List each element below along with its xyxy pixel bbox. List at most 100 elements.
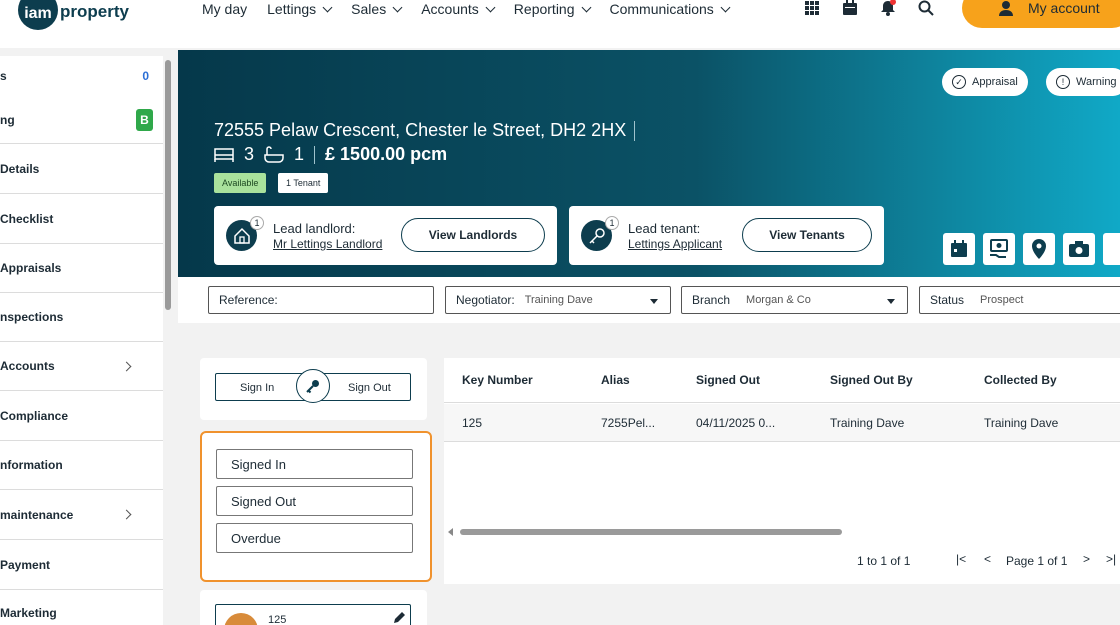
key-card-frame: 125 xyxy=(215,604,411,625)
sidebar-item-label: Payment xyxy=(0,557,51,572)
sidebar-item-inspections[interactable]: nspections xyxy=(0,293,163,342)
nav-lettings[interactable]: Lettings xyxy=(267,1,333,17)
money-hand-icon xyxy=(990,239,1008,258)
key-card[interactable]: 125 xyxy=(200,590,427,625)
more-action-button[interactable] xyxy=(1103,233,1120,265)
property-facts: 3 1 £ 1500.00 pcm xyxy=(214,144,447,165)
status-select[interactable]: Status Prospect xyxy=(919,286,1120,314)
column-collected-by[interactable]: Collected By xyxy=(984,373,1057,387)
sign-out-button[interactable]: Sign Out xyxy=(348,382,391,394)
sidebar-item-count[interactable]: s0 xyxy=(0,56,163,96)
camera-icon xyxy=(1069,241,1089,257)
branch-select[interactable]: Branch Morgan & Co xyxy=(681,286,908,314)
cell-signed-out: 04/11/2025 0... xyxy=(696,416,776,430)
nav-sales[interactable]: Sales xyxy=(351,1,403,17)
nav-my-day[interactable]: My day xyxy=(202,1,247,17)
apps-grid-icon[interactable] xyxy=(804,0,820,16)
chevron-right-icon xyxy=(121,509,132,520)
payment-action-button[interactable] xyxy=(983,233,1015,265)
bathroom-count: 1 xyxy=(294,144,305,164)
sidebar-item-details[interactable]: Details xyxy=(0,144,163,194)
chevron-down-icon xyxy=(392,2,403,12)
search-icon[interactable] xyxy=(918,0,934,16)
bell-icon[interactable] xyxy=(880,0,896,16)
my-account-button[interactable]: My account xyxy=(962,0,1120,28)
sidebar-item-payment[interactable]: Payment xyxy=(0,540,163,590)
caret-down-icon xyxy=(650,299,658,304)
column-signed-out[interactable]: Signed Out xyxy=(696,373,760,387)
nav-label: My day xyxy=(202,1,248,17)
nav-label: Accounts xyxy=(421,1,479,17)
negotiator-select[interactable]: Negotiator: Training Dave xyxy=(445,286,671,314)
sidebar-item-label: nspections xyxy=(0,310,64,324)
sidebar-item-accounts[interactable]: Accounts xyxy=(0,342,163,391)
tenant-name-link[interactable]: Lettings Applicant xyxy=(628,237,732,251)
branch-label: Branch xyxy=(692,293,731,307)
view-tenants-button[interactable]: View Tenants xyxy=(742,218,872,252)
nav-communications[interactable]: Communications xyxy=(610,1,731,17)
nav-reporting[interactable]: Reporting xyxy=(514,1,591,17)
logo[interactable]: iam property xyxy=(18,0,129,30)
key-status-filter-panel: Signed In Signed Out Overdue xyxy=(200,431,432,582)
check-circle-icon: ✓ xyxy=(952,75,966,89)
landlord-title: Lead landlord: xyxy=(273,221,356,236)
column-key-number[interactable]: Key Number xyxy=(462,373,533,387)
sidebar-item-information[interactable]: nformation xyxy=(0,441,163,490)
cell-signed-out-by: Training Dave xyxy=(830,416,905,430)
rating-badge: B xyxy=(136,108,153,131)
warning-pill[interactable]: ! Warning xyxy=(1046,68,1120,96)
sidebar-item-compliance[interactable]: Compliance xyxy=(0,391,163,441)
sidebar-item-label: Compliance xyxy=(0,408,69,423)
landlord-count-badge: 1 xyxy=(250,216,264,230)
sidebar-scrollbar[interactable] xyxy=(165,60,171,310)
location-pin-icon xyxy=(1032,239,1046,259)
sidebar-item-marketing[interactable]: Marketing xyxy=(0,590,163,625)
caret-down-icon xyxy=(887,299,895,304)
last-page-icon[interactable]: >| xyxy=(1106,552,1116,566)
property-header: ✓ Appraisal ! Warning 72555 Pelaw Crescent… xyxy=(178,50,1120,277)
signed-in-filter[interactable]: Signed In xyxy=(216,449,413,479)
previous-page-icon[interactable]: < xyxy=(984,552,991,566)
sidebar-item-label: Marketing xyxy=(0,605,57,620)
sidebar-item-checklist[interactable]: Checklist xyxy=(0,194,163,244)
sign-in-button[interactable]: Sign In xyxy=(240,382,274,394)
cell-key-number: 125 xyxy=(462,416,483,430)
view-landlords-button[interactable]: View Landlords xyxy=(401,218,545,252)
calendar-action-button[interactable] xyxy=(943,233,975,265)
landlord-name-link[interactable]: Mr Lettings Landlord xyxy=(273,237,389,251)
sidebar-item-rating[interactable]: ng B xyxy=(0,96,163,144)
divider xyxy=(634,121,636,142)
location-action-button[interactable] xyxy=(1023,233,1055,265)
sign-in-out-panel: Sign In Sign Out xyxy=(200,358,427,420)
next-page-icon[interactable]: > xyxy=(1083,552,1090,566)
main-menu: My day Lettings Sales Accounts Reporting… xyxy=(202,1,749,17)
address-text: 72555 Pelaw Crescent, Chester le Street,… xyxy=(214,120,627,140)
nav-label: Lettings xyxy=(267,1,317,17)
nav-accounts[interactable]: Accounts xyxy=(421,1,496,17)
camera-action-button[interactable] xyxy=(1063,233,1095,265)
overdue-filter[interactable]: Overdue xyxy=(216,523,413,553)
calendar-icon[interactable] xyxy=(842,0,858,16)
reference-input[interactable]: Reference: xyxy=(208,286,434,314)
column-signed-out-by[interactable]: Signed Out By xyxy=(830,373,913,387)
sidebar-item-maintenance[interactable]: maintenance xyxy=(0,490,163,540)
divider xyxy=(314,145,316,164)
scroll-left-icon[interactable] xyxy=(448,528,453,536)
sidebar-item-label: Appraisals xyxy=(0,261,62,275)
chevron-down-icon xyxy=(720,2,731,12)
signed-out-filter[interactable]: Signed Out xyxy=(216,486,413,516)
first-page-icon[interactable]: |< xyxy=(956,552,966,566)
sidebar-item-label: s xyxy=(0,69,7,83)
reference-label: Reference: xyxy=(219,293,278,307)
scroll-thumb[interactable] xyxy=(460,529,842,535)
tenant-count-badge: 1 Tenant xyxy=(278,173,329,193)
sidebar-item-appraisals[interactable]: Appraisals xyxy=(0,244,163,293)
column-alias[interactable]: Alias xyxy=(601,373,630,387)
appraisal-pill[interactable]: ✓ Appraisal xyxy=(942,68,1028,96)
lead-landlord-card: 1 Lead landlord: Mr Lettings Landlord Vi… xyxy=(214,206,557,265)
sidebar-item-label: Details xyxy=(0,161,40,176)
pencil-icon[interactable] xyxy=(392,611,406,625)
horizontal-scrollbar[interactable] xyxy=(448,528,1118,536)
key-number: 125 xyxy=(268,614,287,625)
table-row[interactable]: 125 7255Pel... 04/11/2025 0... Training … xyxy=(444,404,1120,442)
